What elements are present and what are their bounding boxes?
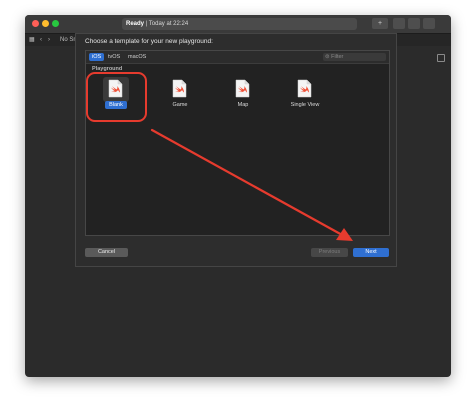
tab-ios[interactable]: iOS [89,53,105,61]
swift-file-icon [235,79,250,98]
zoom-window-button[interactable] [52,20,59,27]
tab-tvos[interactable]: tvOS [105,53,123,61]
swift-file-icon [172,79,187,98]
back-icon[interactable]: ‹ [40,35,42,45]
template-chooser-sheet: Choose a template for your new playgroun… [75,33,397,267]
annotation-highlight [86,72,147,122]
next-button[interactable]: Next [353,248,389,257]
template-single-view[interactable]: Single View [285,77,325,123]
filter-placeholder: Filter [331,54,344,60]
add-button[interactable]: + [372,18,388,29]
template-map[interactable]: Map [223,77,263,123]
previous-button[interactable]: Previous [311,248,348,257]
template-single-view-label: Single View [290,102,320,108]
navigator-toggle-icon[interactable] [393,18,405,29]
grid-icon[interactable]: ▦ [29,35,35,45]
status-ready: Ready [126,21,145,27]
debug-toggle-icon[interactable] [408,18,420,29]
template-game[interactable]: Game [160,77,200,123]
xcode-window: Ready | Today at 22:24 + ▦ ‹ › No Sn Cho… [25,15,451,377]
title-bar: Ready | Today at 22:24 + [25,15,451,34]
tab-macos[interactable]: macOS [125,53,149,61]
template-map-label: Map [237,102,249,108]
template-game-label: Game [172,102,188,108]
status-time: | Today at 22:24 [144,21,189,27]
inspector-toggle-icon[interactable] [423,18,435,29]
forward-icon[interactable]: › [48,35,50,45]
sheet-title: Choose a template for your new playgroun… [85,38,213,45]
filter-field[interactable]: ⊜ Filter [323,53,386,61]
activity-status: Ready | Today at 22:24 [122,18,357,30]
swift-file-icon [297,79,312,98]
cancel-button[interactable]: Cancel [85,248,128,257]
close-window-button[interactable] [32,20,39,27]
editor-options-icon[interactable] [437,54,445,62]
minimize-window-button[interactable] [42,20,49,27]
platform-tabs: iOS tvOS macOS ⊜ Filter [86,51,389,64]
